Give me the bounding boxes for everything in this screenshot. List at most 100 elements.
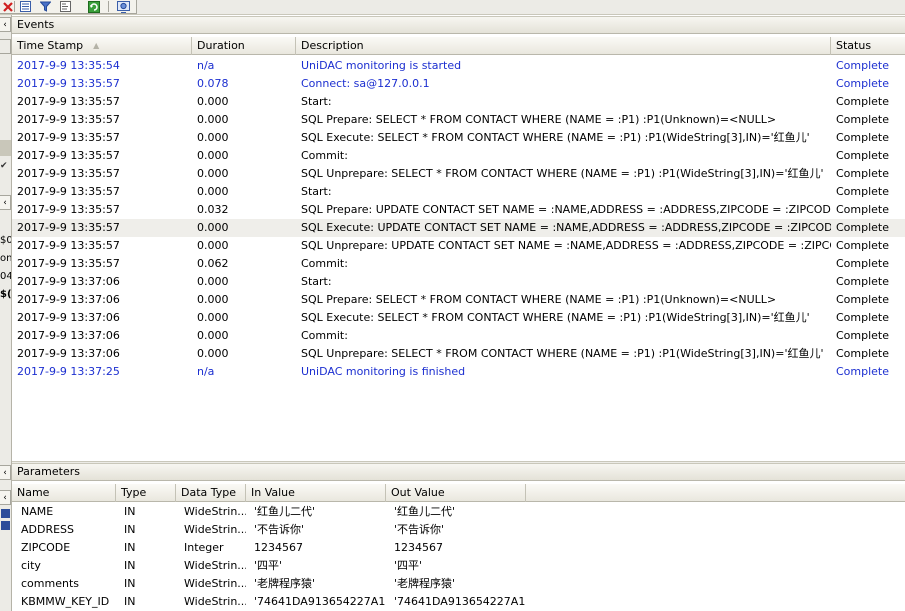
duration-cell: 0.000 xyxy=(197,131,229,144)
time-stamp-cell: 2017-9-9 13:35:57 xyxy=(17,95,120,108)
monitor-icon[interactable] xyxy=(116,0,131,13)
event-row[interactable]: 2017-9-9 13:35:57 0.062 Commit: Complete xyxy=(12,255,905,273)
event-row[interactable]: 2017-9-9 13:37:06 0.000 Commit: Complete xyxy=(12,327,905,345)
parameters-header: Parameters xyxy=(12,463,905,481)
column-header-description[interactable]: Description xyxy=(296,37,831,55)
event-row[interactable]: 2017-9-9 13:37:06 0.000 SQL Unprepare: SEL… xyxy=(12,345,905,363)
parameter-row[interactable]: ADDRESS IN WideStrin... '不告诉你' '不告诉你' xyxy=(12,521,905,539)
parameter-row[interactable]: NAME IN WideStrin... '红鱼儿二代' '红鱼儿二代' xyxy=(12,503,905,521)
chevron-left-icon[interactable]: ‹ xyxy=(0,465,11,480)
time-stamp-cell: 2017-9-9 13:37:06 xyxy=(17,329,120,342)
param-type-cell: IN xyxy=(124,505,136,518)
time-stamp-cell: 2017-9-9 13:35:57 xyxy=(17,239,120,252)
description-cell: Start: xyxy=(301,185,332,198)
list-icon[interactable] xyxy=(18,0,33,13)
description-cell: UniDAC monitoring is finished xyxy=(301,365,466,378)
event-row[interactable]: 2017-9-9 13:35:57 0.000 Start: Complete xyxy=(12,183,905,201)
description-cell: SQL Unprepare: SELECT * FROM CONTACT WHE… xyxy=(301,347,824,360)
time-stamp-cell: 2017-9-9 13:35:57 xyxy=(17,77,120,90)
param-out-value-cell: 1234567 xyxy=(394,541,443,554)
event-row[interactable]: 2017-9-9 13:35:57 0.032 SQL Prepare: UPDAT… xyxy=(12,201,905,219)
param-data-type-cell: WideStrin... xyxy=(184,523,246,536)
left-fragment: $( xyxy=(0,289,12,300)
filter-icon[interactable] xyxy=(38,0,53,13)
events-grid-header: Time Stamp ▲ Duration Description Status xyxy=(12,37,905,55)
param-type-cell: IN xyxy=(124,595,136,608)
description-cell: SQL Prepare: SELECT * FROM CONTACT WHERE… xyxy=(301,293,777,306)
events-grid[interactable]: Time Stamp ▲ Duration Description Status … xyxy=(12,37,905,461)
status-cell: Complete xyxy=(836,347,890,360)
chevron-left-icon[interactable]: ‹ xyxy=(0,195,11,210)
event-row[interactable]: 2017-9-9 13:35:57 0.000 SQL Unprepare: UPD… xyxy=(12,237,905,255)
time-stamp-cell: 2017-9-9 13:37:06 xyxy=(17,275,120,288)
status-cell: Complete xyxy=(836,149,890,162)
description-cell: SQL Execute: SELECT * FROM CONTACT WHERE… xyxy=(301,131,810,144)
duration-cell: 0.000 xyxy=(197,167,229,180)
status-cell: Complete xyxy=(836,329,890,342)
param-out-value-cell: '老牌程序猿' xyxy=(394,577,456,590)
param-in-value-cell: '老牌程序猿' xyxy=(254,577,316,590)
event-row[interactable]: 2017-9-9 13:37:25 n/a UniDAC monitoring is… xyxy=(12,363,905,381)
time-stamp-cell: 2017-9-9 13:35:57 xyxy=(17,185,120,198)
param-out-value-cell: '74641DA913654227A1... xyxy=(394,595,526,608)
event-row[interactable]: 2017-9-9 13:37:06 0.000 SQL Execute: SELEC… xyxy=(12,309,905,327)
event-row[interactable]: 2017-9-9 13:37:06 0.000 Start: Complete xyxy=(12,273,905,291)
parameters-grid[interactable]: Name Type Data Type In Value Out Value N… xyxy=(12,484,905,611)
event-row[interactable]: 2017-9-9 13:35:57 0.000 SQL Execute: SELEC… xyxy=(12,129,905,147)
properties-icon[interactable] xyxy=(58,0,73,13)
time-stamp-cell: 2017-9-9 13:35:57 xyxy=(17,131,120,144)
toolbar-separator xyxy=(108,1,109,12)
column-header-status[interactable]: Status xyxy=(831,37,905,55)
status-cell: Complete xyxy=(836,167,890,180)
toolbar-button-group xyxy=(0,0,137,14)
param-in-value-cell: '红鱼儿二代' xyxy=(254,505,316,518)
column-header-type[interactable]: Type xyxy=(116,484,176,502)
parameter-row[interactable]: comments IN WideStrin... '老牌程序猿' '老牌程序猿' xyxy=(12,575,905,593)
parameter-row[interactable]: city IN WideStrin... '四平' '四平' xyxy=(12,557,905,575)
parameter-row[interactable]: ZIPCODE IN Integer 1234567 1234567 xyxy=(12,539,905,557)
close-icon[interactable] xyxy=(0,0,15,13)
event-row[interactable]: 2017-9-9 13:35:57 0.000 SQL Execute: UPDAT… xyxy=(12,219,905,237)
duration-cell: 0.000 xyxy=(197,113,229,126)
param-in-value-cell: '不告诉你' xyxy=(254,523,305,536)
description-cell: SQL Execute: SELECT * FROM CONTACT WHERE… xyxy=(301,311,810,324)
panel-item-selected[interactable] xyxy=(0,140,11,156)
description-cell: SQL Unprepare: UPDATE CONTACT SET NAME =… xyxy=(301,239,831,252)
param-type-cell: IN xyxy=(124,541,136,554)
time-stamp-cell: 2017-9-9 13:37:25 xyxy=(17,365,120,378)
duration-cell: n/a xyxy=(197,365,215,378)
chevron-left-icon[interactable]: ‹ xyxy=(0,17,11,32)
parameter-row[interactable]: KBMMW_KEY_ID IN WideStrin... '74641DA913654… xyxy=(12,593,905,611)
duration-cell: 0.000 xyxy=(197,329,229,342)
column-header-duration[interactable]: Duration xyxy=(192,37,296,55)
event-row[interactable]: 2017-9-9 13:35:57 0.000 SQL Prepare: SELEC… xyxy=(12,111,905,129)
param-out-value-cell: '红鱼儿二代' xyxy=(394,505,456,518)
description-cell: Commit: xyxy=(301,149,348,162)
refresh-icon[interactable] xyxy=(86,0,101,13)
toolbar xyxy=(0,0,905,15)
duration-cell: 0.000 xyxy=(197,239,229,252)
column-header-name[interactable]: Name xyxy=(12,484,116,502)
column-header-in-value[interactable]: In Value xyxy=(246,484,386,502)
description-cell: SQL Prepare: SELECT * FROM CONTACT WHERE… xyxy=(301,113,777,126)
column-header-out-value[interactable]: Out Value xyxy=(386,484,526,502)
chevron-left-icon[interactable]: ‹ xyxy=(0,490,11,505)
dropdown-icon[interactable] xyxy=(1,521,10,530)
duration-cell: 0.000 xyxy=(197,293,229,306)
duration-cell: 0.032 xyxy=(197,203,229,216)
event-row[interactable]: 2017-9-9 13:35:54 n/a UniDAC monitoring is… xyxy=(12,57,905,75)
field-icon xyxy=(1,509,10,518)
event-row[interactable]: 2017-9-9 13:35:57 0.000 SQL Unprepare: SEL… xyxy=(12,165,905,183)
column-header-time-stamp[interactable]: Time Stamp ▲ xyxy=(12,37,192,55)
param-data-type-cell: WideStrin... xyxy=(184,559,246,572)
event-row[interactable]: 2017-9-9 13:35:57 0.078 Connect: sa@127.0.… xyxy=(12,75,905,93)
duration-cell: 0.000 xyxy=(197,311,229,324)
param-data-type-cell: WideStrin... xyxy=(184,577,246,590)
event-row[interactable]: 2017-9-9 13:35:57 0.000 Commit: Complete xyxy=(12,147,905,165)
column-header-data-type[interactable]: Data Type xyxy=(176,484,246,502)
param-type-cell: IN xyxy=(124,559,136,572)
description-cell: UniDAC monitoring is started xyxy=(301,59,462,72)
event-row[interactable]: 2017-9-9 13:35:57 0.000 Start: Complete xyxy=(12,93,905,111)
time-stamp-cell: 2017-9-9 13:35:57 xyxy=(17,167,120,180)
event-row[interactable]: 2017-9-9 13:37:06 0.000 SQL Prepare: SELEC… xyxy=(12,291,905,309)
